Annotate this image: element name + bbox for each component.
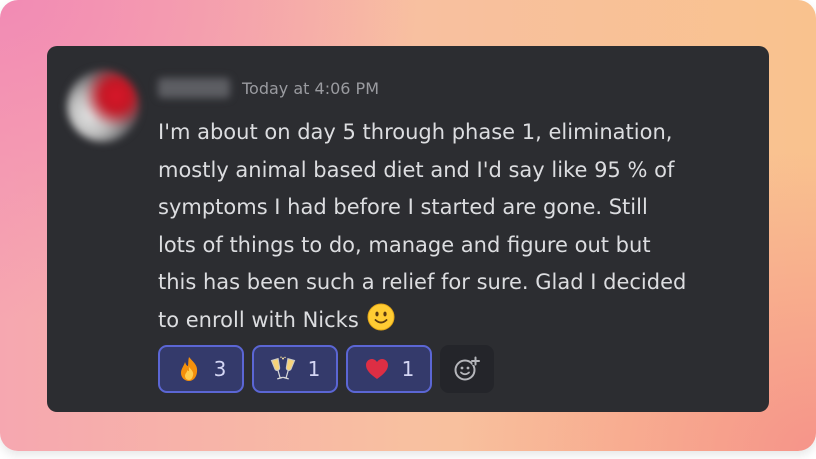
red-heart-icon (365, 359, 388, 379)
message-card: Today at 4:06 PM I'm about on day 5 thro… (47, 46, 769, 412)
reaction-clinking-glasses[interactable]: 1 (252, 345, 338, 393)
reactions-bar: 3 1 1 (158, 345, 494, 393)
message-line: this has been such a relief for sure. Gl… (158, 270, 687, 294)
message-line: symptoms I had before I started are gone… (158, 195, 648, 219)
reaction-fire[interactable]: 3 (158, 345, 244, 393)
slightly-smiling-face-icon (367, 303, 395, 330)
fire-icon (180, 357, 197, 381)
reaction-red-heart[interactable]: 1 (346, 345, 432, 393)
message-line: to enroll with Nicks (158, 307, 359, 332)
gradient-frame: Today at 4:06 PM I'm about on day 5 thro… (0, 0, 816, 451)
message-line: I'm about on day 5 through phase 1, elim… (158, 120, 673, 144)
message-text: I'm about on day 5 through phase 1, elim… (158, 114, 758, 339)
message-line: mostly animal based diet and I'd say lik… (158, 157, 675, 182)
clinking-glasses-icon (270, 356, 295, 380)
reaction-count: 1 (307, 357, 321, 381)
avatar[interactable] (67, 70, 139, 142)
message-line: lots of things to do, manage and figure … (158, 232, 651, 257)
add-reaction-button[interactable] (440, 345, 494, 393)
reaction-count: 1 (401, 357, 415, 381)
message-timestamp: Today at 4:06 PM (242, 79, 379, 98)
username-redacted[interactable] (158, 78, 230, 98)
reaction-count: 3 (213, 357, 227, 381)
add-reaction-icon (454, 356, 480, 381)
